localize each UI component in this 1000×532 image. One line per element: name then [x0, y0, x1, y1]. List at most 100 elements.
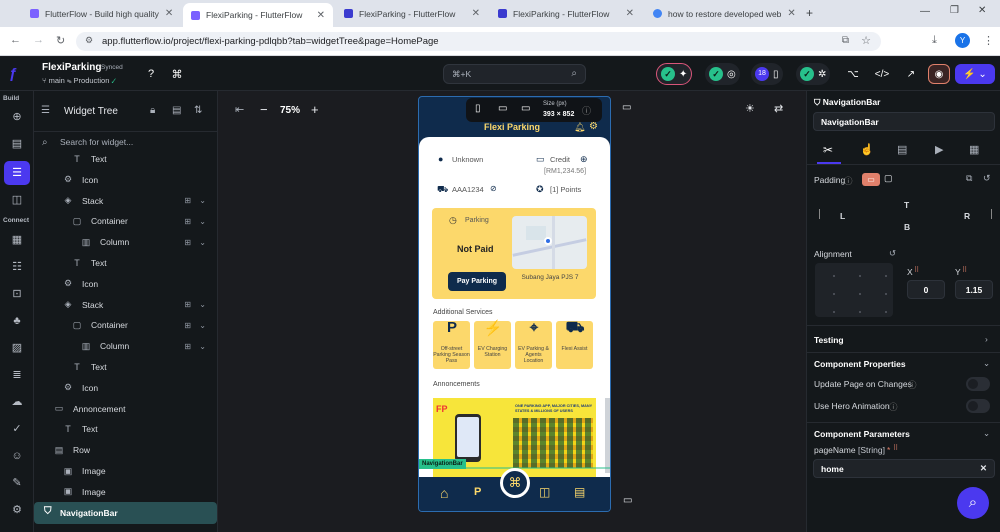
- issues-pill[interactable]: 18 ▯: [751, 63, 783, 85]
- minimize-icon[interactable]: —: [920, 6, 930, 17]
- browser-tab[interactable]: FlexiParking - FlutterFlow ✕: [336, 4, 488, 23]
- run-menu-button[interactable]: ⚡ ⌄: [955, 64, 995, 84]
- service-tile[interactable]: ⛟ Flexi Assist: [556, 319, 593, 369]
- testing-section[interactable]: Testing ›: [807, 325, 1000, 352]
- update-page-toggle[interactable]: [966, 377, 990, 391]
- restore-icon[interactable]: ❐: [950, 5, 959, 16]
- keyboard-icon[interactable]: ▭: [623, 495, 632, 506]
- layers-icon[interactable]: ▤: [172, 105, 181, 116]
- padding-bottom[interactable]: B: [904, 222, 910, 232]
- properties-tab-icon[interactable]: ✂: [823, 143, 833, 157]
- padding-left[interactable]: L: [840, 211, 845, 221]
- code-icon[interactable]: </>: [872, 64, 892, 84]
- menu-kebab-icon[interactable]: ⋮: [983, 34, 994, 47]
- clear-icon[interactable]: ✕: [980, 463, 987, 474]
- zoom-out-icon[interactable]: −: [260, 102, 268, 117]
- backend-query-tab-icon[interactable]: ▤: [897, 143, 907, 156]
- tree-row-selected[interactable]: ⛉ NavigationBar: [34, 502, 217, 524]
- close-icon[interactable]: ✕: [472, 8, 480, 19]
- components-icon[interactable]: ◫: [8, 192, 26, 208]
- tree-row[interactable]: ▤ Row: [34, 440, 217, 460]
- tree-row[interactable]: ▢ Container ⊞ ⌄: [34, 315, 217, 335]
- add-credit-icon[interactable]: ⊕: [580, 154, 588, 165]
- info-icon[interactable]: ⓘ: [582, 104, 591, 117]
- pages-icon[interactable]: ▤: [8, 136, 26, 152]
- tree-row[interactable]: ▭ Annoncement: [34, 399, 217, 419]
- profile-avatar[interactable]: Y: [955, 33, 970, 48]
- back-icon[interactable]: ←: [10, 34, 21, 46]
- reset-icon[interactable]: ↺: [983, 173, 991, 184]
- tree-row[interactable]: T Text: [34, 357, 217, 377]
- padding-uniform-toggle[interactable]: ▭: [862, 173, 880, 186]
- reset-icon[interactable]: ↺: [889, 248, 896, 259]
- rotate-icon[interactable]: ⇄: [774, 102, 783, 115]
- help-icon[interactable]: ?: [142, 64, 160, 84]
- agent-icon[interactable]: ☺: [8, 448, 26, 464]
- chevron-down-icon[interactable]: ⌄: [983, 428, 990, 439]
- info-icon[interactable]: ⓘ: [844, 175, 853, 187]
- close-icon[interactable]: ✕: [165, 8, 173, 19]
- theme-icon[interactable]: ✎: [8, 475, 26, 491]
- tree-row[interactable]: ⚙ Icon: [34, 378, 217, 398]
- site-info-icon[interactable]: ⚙: [85, 35, 93, 46]
- close-icon[interactable]: ✕: [317, 10, 325, 21]
- wallet-icon[interactable]: ◫: [539, 485, 550, 499]
- tree-row[interactable]: ◈ Stack ⊞ ⌄: [34, 191, 217, 211]
- team-icon[interactable]: ♣: [8, 313, 26, 329]
- browser-tab[interactable]: FlexiParking - FlutterFlow ✕: [490, 4, 642, 23]
- window-close-icon[interactable]: ✕: [978, 5, 986, 16]
- custom-code-icon[interactable]: ⊡: [8, 286, 26, 302]
- zoom-in-icon[interactable]: +: [311, 102, 319, 117]
- url-field[interactable]: ⚙ app.flutterflow.io/project/flexi-parki…: [76, 32, 881, 51]
- settings-gear-icon[interactable]: ⚙: [589, 121, 598, 132]
- branch-icon[interactable]: ⌥: [843, 64, 863, 84]
- preview-eye-icon[interactable]: ◉: [928, 64, 950, 84]
- bell-icon[interactable]: 🔔︎: [574, 122, 585, 133]
- tree-row[interactable]: T Text: [34, 419, 217, 439]
- tree-row[interactable]: ◈ Stack ⊞ ⌄: [34, 295, 217, 315]
- add-child-icon[interactable]: ⊞ ⌄: [184, 238, 209, 247]
- service-tile[interactable]: P Off-street Parking Season Pass: [433, 319, 470, 369]
- forward-icon[interactable]: →: [33, 34, 44, 46]
- search-bar[interactable]: ⌘+K ⌕: [443, 64, 586, 84]
- info-icon[interactable]: ⓘ: [889, 401, 898, 413]
- add-child-icon[interactable]: ⊞ ⌄: [184, 342, 209, 351]
- list-icon[interactable]: ≣: [8, 367, 26, 383]
- tree-row[interactable]: ▣ Image: [34, 461, 217, 481]
- add-child-icon[interactable]: ⊞ ⌄: [184, 217, 209, 226]
- publish-status-pill[interactable]: ✓ ✦: [656, 63, 693, 85]
- receipt-icon[interactable]: ▤: [574, 485, 585, 499]
- add-child-icon[interactable]: ⊞ ⌄: [184, 300, 209, 309]
- download-icon[interactable]: ⤓: [932, 34, 937, 47]
- debug-pill[interactable]: ✓ ✲: [796, 63, 831, 85]
- phone-device-icon[interactable]: ▯: [475, 103, 481, 114]
- command-icon[interactable]: ⌘: [168, 64, 186, 84]
- tree-row[interactable]: T Text: [34, 149, 217, 169]
- tree-collapse-icon[interactable]: ☰: [41, 105, 50, 116]
- map-thumbnail[interactable]: [512, 216, 587, 269]
- actions-tab-icon[interactable]: ☝: [860, 143, 874, 156]
- pay-parking-button[interactable]: Pay Parking: [448, 272, 506, 291]
- comments-pill[interactable]: ✓ ◎: [705, 63, 740, 85]
- param-value-field[interactable]: home ✕: [813, 459, 995, 478]
- scan-qr-button[interactable]: ⌘: [500, 468, 530, 498]
- padding-editor[interactable]: T L R B: [815, 191, 995, 235]
- reload-icon[interactable]: ↻: [56, 34, 65, 47]
- desktop-device-icon[interactable]: ▭: [521, 103, 530, 114]
- service-tile[interactable]: ⌖ EV Parking & Agents Location: [515, 319, 552, 369]
- tree-row[interactable]: ▢ Container ⊞ ⌄: [34, 211, 217, 231]
- animations-tab-icon[interactable]: ▶: [935, 143, 943, 156]
- padding-individual-toggle[interactable]: ▢: [884, 173, 893, 184]
- tree-row[interactable]: ▣ Image: [34, 482, 217, 502]
- tablet-device-icon[interactable]: ▭: [498, 103, 507, 114]
- tree-row[interactable]: ⚙ Icon: [34, 170, 217, 190]
- x-variable-icon[interactable]: ⠿: [914, 266, 919, 274]
- tree-row[interactable]: ▥ Column ⊞ ⌄: [34, 336, 217, 356]
- new-tab-icon[interactable]: +: [806, 6, 813, 20]
- add-child-icon[interactable]: ⊞ ⌄: [184, 196, 209, 205]
- x-value-field[interactable]: 0: [907, 280, 945, 299]
- tree-row[interactable]: T Text: [34, 253, 217, 273]
- add-child-icon[interactable]: ⊞ ⌄: [184, 321, 209, 330]
- docs-tab-icon[interactable]: ▦: [969, 143, 979, 156]
- padding-right[interactable]: R: [964, 211, 970, 221]
